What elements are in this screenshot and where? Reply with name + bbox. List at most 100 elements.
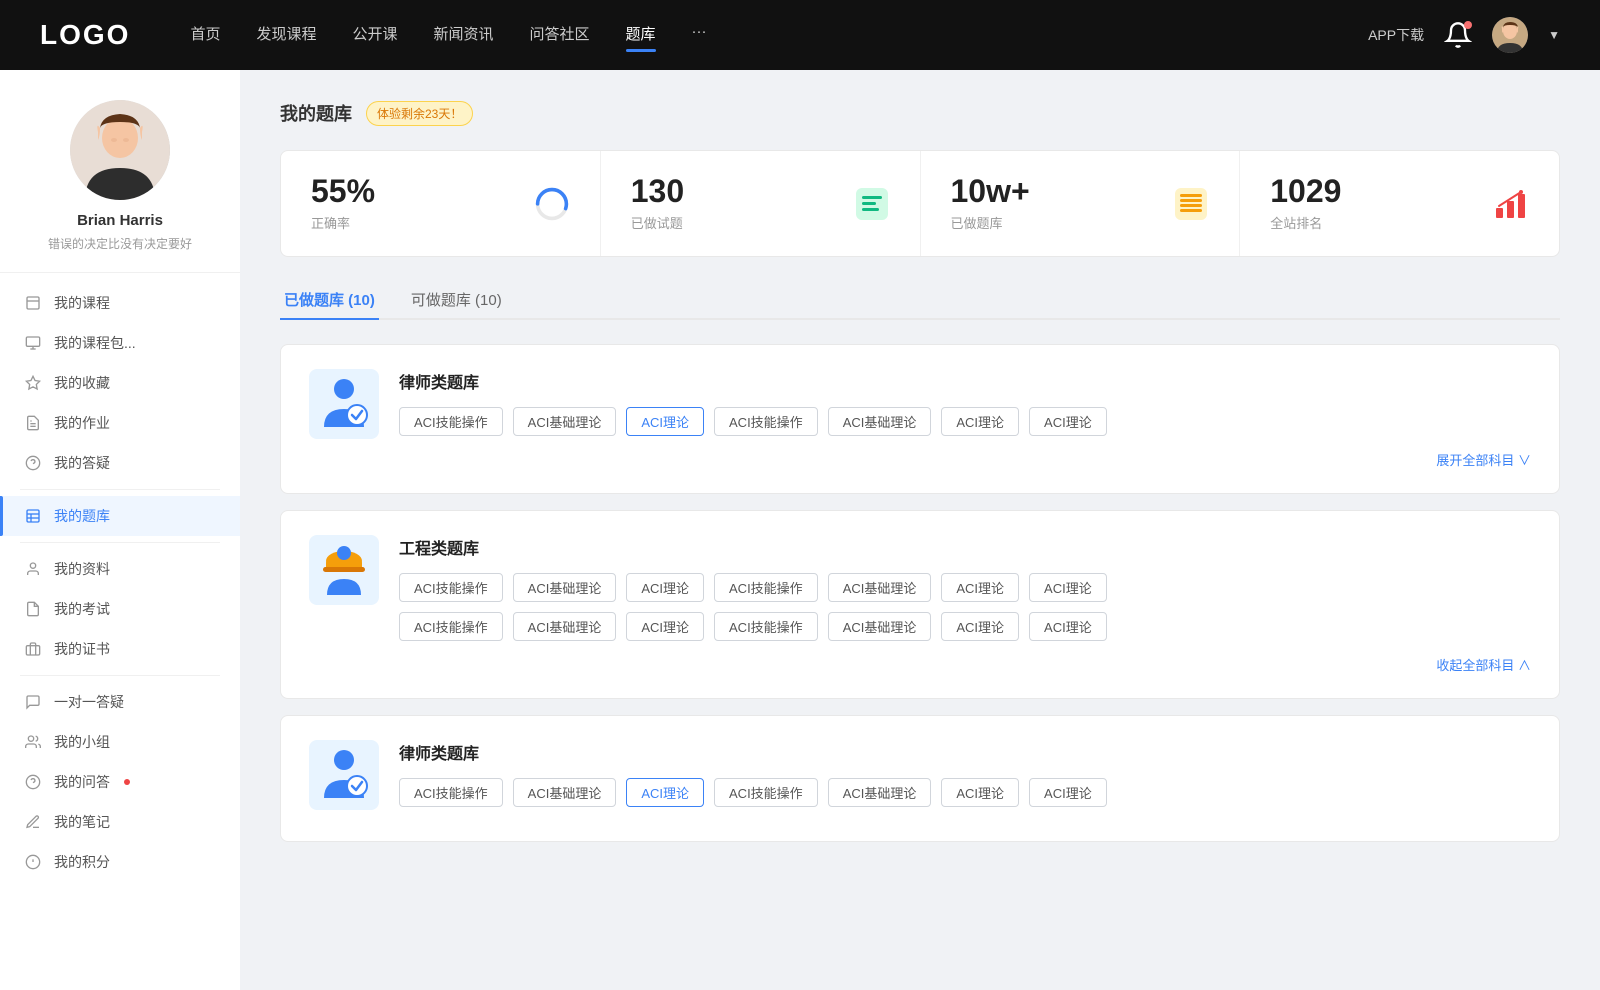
tag[interactable]: ACI理论: [941, 407, 1019, 436]
expand-link-1[interactable]: 展开全部科目 ∨: [399, 446, 1531, 469]
sidebar-item-homework[interactable]: 我的作业: [0, 403, 240, 443]
qbank-tags-2a: ACI技能操作 ACI基础理论 ACI理论 ACI技能操作 ACI基础理论 AC…: [399, 573, 1531, 602]
qbank-card-1: 律师类题库 ACI技能操作 ACI基础理论 ACI理论 ACI技能操作 ACI基…: [280, 344, 1560, 494]
qbank-card-3: 律师类题库 ACI技能操作 ACI基础理论 ACI理论 ACI技能操作 ACI基…: [280, 715, 1560, 842]
user-avatar[interactable]: [1492, 17, 1528, 53]
sidebar-item-exams[interactable]: 我的考试: [0, 589, 240, 629]
myqa-icon: [24, 773, 42, 791]
tag[interactable]: ACI技能操作: [714, 612, 818, 641]
tag[interactable]: ACI理论: [1029, 612, 1107, 641]
sidebar-item-label: 我的题库: [54, 506, 110, 526]
qbank-icon-lawyer-1: [309, 369, 379, 439]
tag[interactable]: ACI基础理论: [828, 573, 932, 602]
tag-active[interactable]: ACI理论: [626, 407, 704, 436]
exams-icon: [24, 600, 42, 618]
sidebar-item-courses[interactable]: 我的课程: [0, 283, 240, 323]
sidebar-item-answers[interactable]: 我的答疑: [0, 443, 240, 483]
divider: [20, 489, 220, 490]
tag[interactable]: ACI基础理论: [828, 612, 932, 641]
qbank-icon-lawyer-2: [309, 740, 379, 810]
nav-links: 首页 发现课程 公开课 新闻资讯 问答社区 题库 ···: [190, 23, 1368, 48]
qbank-tags-1: ACI技能操作 ACI基础理论 ACI理论 ACI技能操作 ACI基础理论 AC…: [399, 407, 1531, 436]
tag[interactable]: ACI技能操作: [399, 612, 503, 641]
sidebar-item-label: 我的问答: [54, 772, 110, 792]
tab-done-banks[interactable]: 已做题库 (10): [280, 281, 379, 320]
tag[interactable]: ACI基础理论: [513, 612, 617, 641]
sidebar-item-label: 我的课程: [54, 293, 110, 313]
done-banks-icon: [1173, 186, 1209, 222]
tag[interactable]: ACI基础理论: [513, 778, 617, 807]
notification-bell[interactable]: [1444, 21, 1472, 49]
qbank-title-3: 律师类题库: [399, 740, 1531, 764]
profile-slogan: 错误的决定比没有决定要好: [48, 235, 192, 252]
sidebar-item-myqa[interactable]: 我的问答: [0, 762, 240, 802]
nav-link-qa[interactable]: 问答社区: [530, 23, 590, 48]
user-menu-chevron[interactable]: ▼: [1548, 28, 1560, 42]
sidebar-item-label: 我的资料: [54, 559, 110, 579]
tag-active[interactable]: ACI理论: [626, 778, 704, 807]
sidebar-item-points[interactable]: 我的积分: [0, 842, 240, 882]
tag[interactable]: ACI基础理论: [513, 407, 617, 436]
tag[interactable]: ACI理论: [1029, 573, 1107, 602]
nav-link-news[interactable]: 新闻资讯: [434, 23, 494, 48]
tag[interactable]: ACI技能操作: [399, 407, 503, 436]
tag[interactable]: ACI理论: [941, 778, 1019, 807]
stat-rank: 1029 全站排名: [1240, 151, 1559, 256]
nav-link-home[interactable]: 首页: [190, 23, 220, 48]
sidebar-item-favorites[interactable]: 我的收藏: [0, 363, 240, 403]
courses-icon: [24, 294, 42, 312]
tag[interactable]: ACI基础理论: [513, 573, 617, 602]
group-icon: [24, 733, 42, 751]
tag[interactable]: ACI技能操作: [399, 573, 503, 602]
tag[interactable]: ACI技能操作: [714, 407, 818, 436]
stat-value-correctness: 55%: [311, 175, 518, 207]
nav-link-more[interactable]: ···: [692, 23, 707, 48]
coursepack-icon: [24, 334, 42, 352]
unread-dot: [124, 779, 130, 785]
stat-label-correctness: 正确率: [311, 213, 518, 232]
sidebar-item-1on1[interactable]: 一对一答疑: [0, 682, 240, 722]
collapse-link-2[interactable]: 收起全部科目 ∧: [399, 651, 1531, 674]
sidebar-item-label: 我的答疑: [54, 453, 110, 473]
sidebar-item-cert[interactable]: 我的证书: [0, 629, 240, 669]
sidebar-item-qbank[interactable]: 我的题库: [0, 496, 240, 536]
tag[interactable]: ACI技能操作: [399, 778, 503, 807]
tag[interactable]: ACI基础理论: [828, 778, 932, 807]
trial-badge: 体验剩余23天！: [366, 101, 473, 126]
tag[interactable]: ACI技能操作: [714, 573, 818, 602]
profile-avatar: [70, 100, 170, 200]
sidebar-item-coursepack[interactable]: 我的课程包...: [0, 323, 240, 363]
1on1-icon: [24, 693, 42, 711]
sidebar-item-label: 我的作业: [54, 413, 110, 433]
qbank-tags-2b: ACI技能操作 ACI基础理论 ACI理论 ACI技能操作 ACI基础理论 AC…: [399, 612, 1531, 641]
sidebar-item-profile[interactable]: 我的资料: [0, 549, 240, 589]
page-title: 我的题库: [280, 100, 352, 126]
tab-available-banks[interactable]: 可做题库 (10): [407, 281, 506, 320]
tag[interactable]: ACI理论: [1029, 778, 1107, 807]
app-download-link[interactable]: APP下载: [1368, 25, 1424, 45]
qbank-icon: [24, 507, 42, 525]
tag[interactable]: ACI技能操作: [714, 778, 818, 807]
sidebar-item-label: 我的收藏: [54, 373, 110, 393]
qbank-tags-3: ACI技能操作 ACI基础理论 ACI理论 ACI技能操作 ACI基础理论 AC…: [399, 778, 1531, 807]
logo: LOGO: [40, 19, 130, 51]
divider: [20, 675, 220, 676]
main-content: 我的题库 体验剩余23天！ 55% 正确率: [240, 70, 1600, 990]
tag[interactable]: ACI理论: [1029, 407, 1107, 436]
tag[interactable]: ACI基础理论: [828, 407, 932, 436]
tag[interactable]: ACI理论: [941, 573, 1019, 602]
stat-label-rank: 全站排名: [1270, 213, 1477, 232]
nav-link-qbank[interactable]: 题库: [626, 23, 656, 48]
main-layout: Brian Harris 错误的决定比没有决定要好 我的课程 我的课程包...: [0, 70, 1600, 990]
sidebar-item-notes[interactable]: 我的笔记: [0, 802, 240, 842]
sidebar-item-label: 我的小组: [54, 732, 110, 752]
tag[interactable]: ACI理论: [941, 612, 1019, 641]
tag[interactable]: ACI理论: [626, 612, 704, 641]
sidebar-menu: 我的课程 我的课程包... 我的收藏 我的作业: [0, 283, 240, 882]
sidebar-item-group[interactable]: 我的小组: [0, 722, 240, 762]
stats-row: 55% 正确率 130 已做试题: [280, 150, 1560, 257]
nav-link-courses[interactable]: 发现课程: [256, 23, 316, 48]
tag[interactable]: ACI理论: [626, 573, 704, 602]
stat-done-banks: 10w+ 已做题库: [921, 151, 1241, 256]
nav-link-open[interactable]: 公开课: [352, 23, 397, 48]
